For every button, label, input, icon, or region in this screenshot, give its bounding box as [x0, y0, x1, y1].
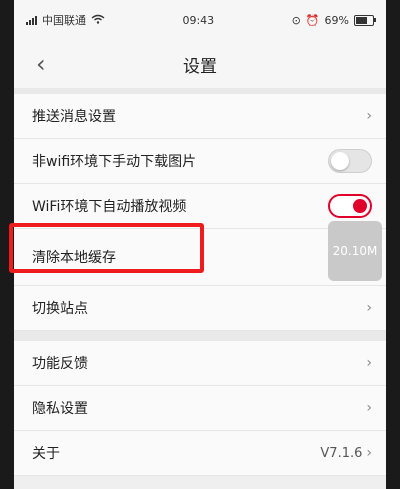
switch-site-row[interactable]: 切换站点 ›: [14, 286, 386, 331]
push-settings-label: 推送消息设置: [32, 109, 116, 125]
wifi-icon: [91, 14, 105, 27]
nav-bar: ‹ 设置: [14, 40, 386, 88]
cache-size-value: 20.10M: [332, 244, 378, 258]
chevron-right-icon: ›: [366, 400, 372, 416]
carrier-label: 中国联通: [42, 14, 86, 27]
push-settings-row[interactable]: 推送消息设置 ›: [14, 94, 386, 139]
back-icon[interactable]: ‹: [36, 52, 46, 76]
privacy-label: 隐私设置: [32, 401, 88, 417]
version-label: V7.1.6: [320, 445, 363, 461]
chevron-right-icon: ›: [366, 300, 372, 316]
battery-percent: 69%: [324, 13, 349, 27]
settings-group-2: 功能反馈 › 隐私设置 › 关于 V7.1.6 ›: [14, 341, 386, 476]
feedback-row[interactable]: 功能反馈 ›: [14, 341, 386, 386]
chevron-right-icon: ›: [366, 108, 372, 124]
about-row[interactable]: 关于 V7.1.6 ›: [14, 431, 386, 476]
non-wifi-download-row: 非wifi环境下手动下载图片: [14, 139, 386, 184]
non-wifi-download-label: 非wifi环境下手动下载图片: [32, 154, 197, 170]
status-bar: 中国联通 09:43 ⊙ ⏰ 69%: [14, 0, 386, 40]
settings-screen: 中国联通 09:43 ⊙ ⏰ 69% ‹ 设置 推送消息设置 › 非wifi环境…: [14, 0, 386, 489]
battery-icon: [353, 14, 376, 26]
feedback-label: 功能反馈: [32, 356, 88, 372]
clock: 09:43: [182, 13, 215, 27]
clear-cache-row[interactable]: 清除本地缓存 20.10M: [14, 221, 386, 286]
lock-rotation-icon: ⊙: [291, 13, 301, 27]
settings-group-1: 推送消息设置 › 非wifi环境下手动下载图片 WiFi环境下自动播放视频 清除…: [14, 94, 386, 331]
wifi-autoplay-label: WiFi环境下自动播放视频: [32, 199, 187, 215]
chevron-right-icon: ›: [366, 445, 372, 461]
alarm-icon: ⏰: [305, 13, 320, 27]
signal-icon: [26, 15, 37, 25]
about-label: 关于: [32, 446, 60, 462]
non-wifi-download-toggle[interactable]: [328, 149, 372, 173]
page-title: 设置: [183, 56, 217, 77]
privacy-row[interactable]: 隐私设置 ›: [14, 386, 386, 431]
wifi-autoplay-toggle[interactable]: [328, 194, 372, 218]
switch-site-label: 切换站点: [32, 301, 88, 317]
clear-cache-label: 清除本地缓存: [32, 250, 116, 266]
chevron-right-icon: ›: [366, 355, 372, 371]
cache-size-badge: 20.10M: [328, 221, 382, 281]
